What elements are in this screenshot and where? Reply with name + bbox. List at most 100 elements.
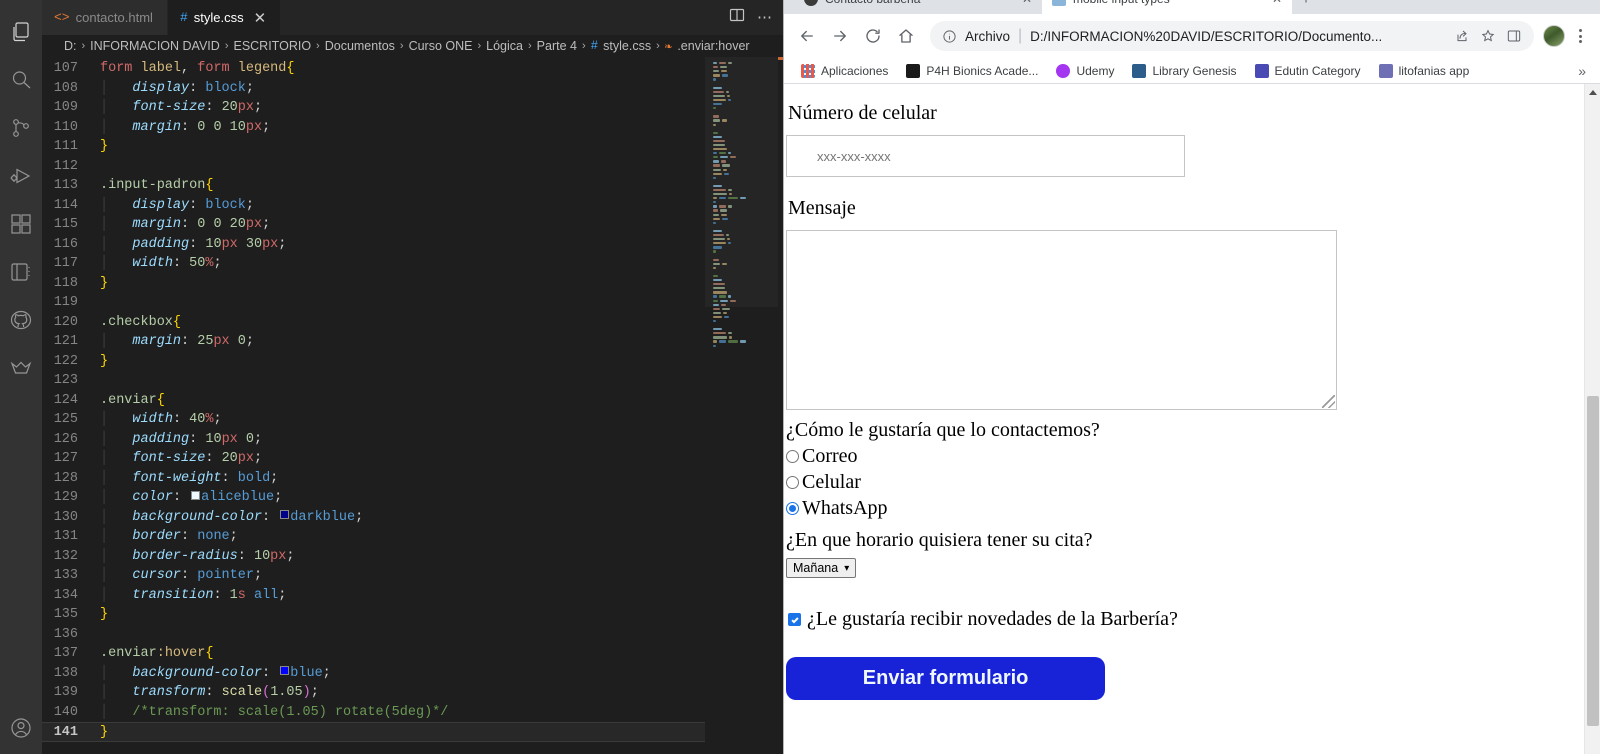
code-line[interactable]: 126 │ padding: 10px 0; [42,430,705,450]
editor-tab-contacto-html[interactable]: <> contacto.html [42,0,168,35]
split-editor-icon[interactable] [729,7,745,28]
code-line[interactable]: 137 .enviar:hover{ [42,644,705,664]
forward-arrow-icon[interactable] [825,21,855,51]
new-tab-button[interactable]: + [1292,0,1320,14]
breadcrumb-item[interactable]: Lógica [486,39,523,53]
scroll-up-arrow-icon[interactable] [1585,84,1600,100]
code-line[interactable]: 114 │ display: block; [42,196,705,216]
code-line[interactable]: 115 │ margin: 0 0 20px; [42,215,705,235]
bookmark-udemy[interactable]: Udemy [1049,62,1121,80]
breadcrumb-item[interactable]: style.css [603,39,651,53]
bookmark-p4h-bionics-acade[interactable]: P4H Bionics Acade... [899,62,1045,80]
code-line[interactable]: 132 │ border-radius: 10px; [42,547,705,567]
close-icon[interactable]: ✕ [254,9,267,27]
breadcrumb-item[interactable]: Parte 4 [537,39,577,53]
code-line[interactable]: 129 │ color: aliceblue; [42,488,705,508]
code-editor[interactable]: 107 form label, form legend{108 │ display:… [42,57,705,754]
avatar[interactable] [1543,25,1565,47]
share-icon[interactable] [1454,28,1470,44]
browser-tab-mobile-input-types[interactable]: mobile input types ✕ [1042,0,1292,14]
gitlens-icon[interactable] [0,344,42,392]
github-icon[interactable] [0,296,42,344]
breadcrumb-item[interactable]: ESCRITORIO [233,39,311,53]
breadcrumb-item[interactable]: .enviar:hover [677,39,749,53]
code-line[interactable]: 108 │ display: block; [42,79,705,99]
bookmark-edutin-category[interactable]: Edutin Category [1248,62,1368,80]
code-line[interactable]: 140 │ /*transform: scale(1.05) rotate(5de… [42,703,705,723]
line-number: 132 [53,548,78,564]
schedule-select[interactable]: Mañana ▾ [786,558,857,578]
bookmark-library-genesis[interactable]: Library Genesis [1125,62,1243,80]
scrollbar-thumb[interactable] [1587,396,1599,726]
newsletter-checkbox-row[interactable]: ¿Le gustaría recibir novedades de la Bar… [788,608,1584,631]
code-line[interactable]: 131 │ border: none; [42,527,705,547]
code-line[interactable]: 119 [42,293,705,313]
code-line[interactable]: 136 [42,625,705,645]
bookmark-litofanias-app[interactable]: litofanias app [1372,62,1477,80]
radio-button[interactable] [786,476,799,489]
code-line[interactable]: 130 │ background-color: darkblue; [42,508,705,528]
code-line[interactable]: 121 │ margin: 25px 0; [42,332,705,352]
code-line[interactable]: 135} [42,605,705,625]
radio-option-celular[interactable]: Celular [786,471,1584,494]
search-icon[interactable] [0,56,42,104]
code-line[interactable]: 111} [42,137,705,157]
account-icon[interactable] [0,706,42,754]
code-line[interactable]: 139 │ transform: scale(1.05); [42,683,705,703]
bookmarks-overflow-icon[interactable]: » [1578,63,1590,79]
close-icon[interactable]: ✕ [1272,0,1282,6]
code-line[interactable]: 118} [42,274,705,294]
phone-input[interactable] [786,135,1185,177]
back-arrow-icon[interactable] [792,21,822,51]
code-line[interactable]: 120 .checkbox{ [42,313,705,333]
radio-option-whatsapp[interactable]: WhatsApp [786,497,1584,520]
browser-tab-contacto-barberia[interactable]: Contacto barberia ✕ [794,0,1042,14]
breadcrumb-item[interactable]: D: [64,39,77,53]
breadcrumb-item[interactable]: Documentos [325,39,395,53]
code-line[interactable]: 123 [42,371,705,391]
bookmark-star-icon[interactable] [1480,28,1496,44]
code-line[interactable]: 112 [42,157,705,177]
code-line[interactable]: 113 .input-padron{ [42,176,705,196]
page-scrollbar[interactable] [1584,84,1600,754]
browser-menu-icon[interactable] [1568,29,1592,43]
side-panel-icon[interactable] [1506,28,1522,44]
code-line[interactable]: 117 │ width: 50%; [42,254,705,274]
submit-button[interactable]: Enviar formulario [786,657,1106,700]
breadcrumb-item[interactable]: Curso ONE [409,39,473,53]
breadcrumb-item[interactable]: INFORMACION DAVID [90,39,220,53]
source-control-icon[interactable] [0,104,42,152]
resize-handle-icon[interactable] [1321,395,1335,408]
code-line[interactable]: 107 form label, form legend{ [42,59,705,79]
code-line[interactable]: 134 │ transition: 1s all; [42,586,705,606]
minimap[interactable] [705,57,783,754]
code-line[interactable]: 138 │ background-color: blue; [42,664,705,684]
address-bar[interactable]: Archivo | D:/INFORMACION%20DAVID/ESCRITO… [930,21,1534,51]
editor-tab-style-css[interactable]: # style.css ✕ [167,0,282,35]
checkbox-checked[interactable] [788,613,801,626]
code-line[interactable]: 109 │ font-size: 20px; [42,98,705,118]
more-actions-icon[interactable]: ⋯ [757,10,773,25]
bookmark-aplicaciones[interactable]: Aplicaciones [794,62,895,80]
code-line[interactable]: 122} [42,352,705,372]
code-line[interactable]: 133 │ cursor: pointer; [42,566,705,586]
home-icon[interactable] [891,21,921,51]
radio-button[interactable] [786,450,799,463]
notebook-icon[interactable] [0,248,42,296]
close-icon[interactable]: ✕ [1022,0,1032,6]
code-line[interactable]: 124 .enviar{ [42,391,705,411]
code-line[interactable]: 141} [42,722,705,742]
code-line[interactable]: 128 │ font-weight: bold; [42,469,705,489]
code-line[interactable]: 116 │ padding: 10px 30px; [42,235,705,255]
reload-icon[interactable] [858,21,888,51]
code-line[interactable]: 125 │ width: 40%; [42,410,705,430]
explorer-icon[interactable] [0,8,42,56]
info-circle-icon[interactable] [942,29,957,44]
radio-option-correo[interactable]: Correo [786,445,1584,468]
code-line[interactable]: 127 │ font-size: 20px; [42,449,705,469]
run-debug-icon[interactable] [0,152,42,200]
extensions-icon[interactable] [0,200,42,248]
radio-button-selected[interactable] [786,502,799,515]
code-line[interactable]: 110 │ margin: 0 0 10px; [42,118,705,138]
message-textarea[interactable] [786,230,1337,410]
